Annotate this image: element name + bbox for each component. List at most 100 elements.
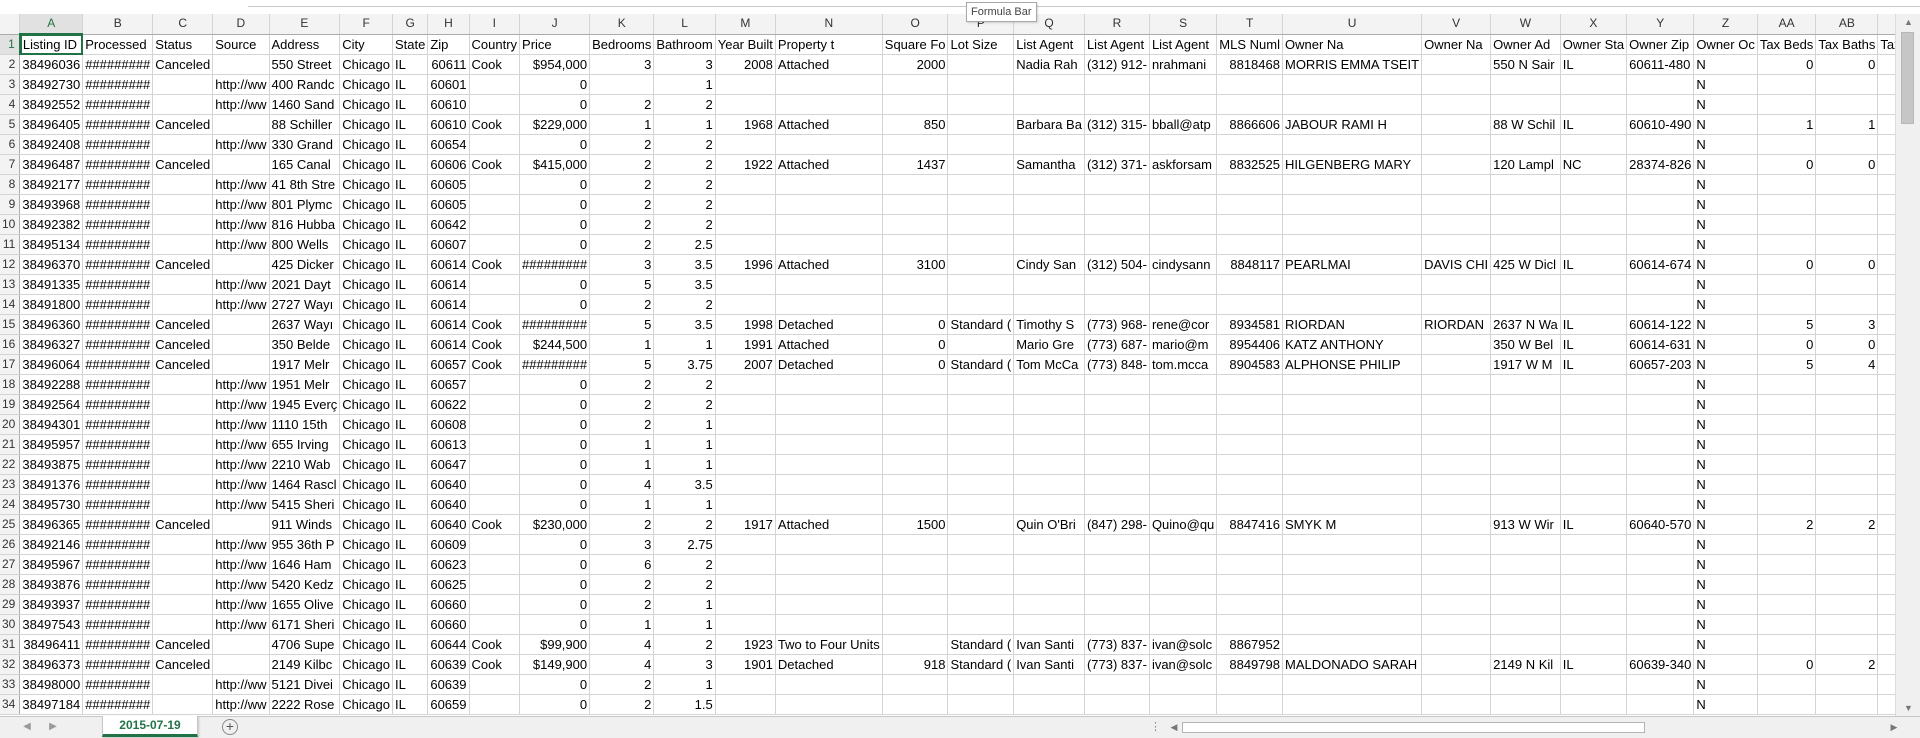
table-cell[interactable]: IL — [392, 354, 429, 375]
table-cell[interactable]: http://ww — [212, 414, 270, 435]
table-cell[interactable]: N — [1693, 434, 1758, 455]
table-cell[interactable]: 60611-480 — [1626, 54, 1695, 75]
table-cell[interactable] — [1149, 614, 1218, 635]
table-cell[interactable]: Chicago — [339, 174, 393, 195]
table-cell[interactable]: 165 Canal — [269, 154, 341, 175]
table-cell[interactable]: 1 — [653, 494, 716, 515]
table-cell[interactable]: Canceled — [152, 634, 214, 655]
table-cell[interactable] — [947, 434, 1015, 455]
table-cell[interactable]: ######### — [82, 334, 154, 355]
table-cell[interactable] — [882, 474, 949, 495]
row-header[interactable]: 9 — [0, 194, 21, 215]
table-cell[interactable] — [1560, 134, 1628, 155]
table-cell[interactable]: Cook — [469, 654, 521, 675]
header-cell[interactable]: Owner Na — [1282, 34, 1423, 55]
table-cell[interactable]: 2149 N Kil — [1490, 654, 1561, 675]
table-cell[interactable]: 2 — [653, 294, 716, 315]
table-cell[interactable] — [1282, 474, 1423, 495]
table-cell[interactable]: IL — [392, 614, 429, 635]
table-cell[interactable]: N — [1693, 614, 1758, 635]
table-cell[interactable] — [469, 474, 521, 495]
table-cell[interactable]: 2 — [653, 154, 716, 175]
table-cell[interactable] — [1815, 534, 1879, 555]
table-cell[interactable]: Attached — [775, 334, 883, 355]
table-cell[interactable] — [1216, 534, 1283, 555]
table-cell[interactable]: Timothy S — [1013, 314, 1085, 335]
table-cell[interactable]: Barbara Ba — [1013, 114, 1085, 135]
table-cell[interactable] — [1421, 214, 1492, 235]
table-cell[interactable] — [775, 434, 883, 455]
table-cell[interactable]: N — [1693, 454, 1758, 475]
table-cell[interactable] — [715, 234, 776, 255]
table-cell[interactable]: Chicago — [339, 234, 393, 255]
table-cell[interactable] — [1421, 594, 1492, 615]
table-cell[interactable]: Cook — [469, 254, 521, 275]
table-cell[interactable] — [212, 154, 270, 175]
table-cell[interactable]: 1 — [589, 114, 655, 135]
table-cell[interactable] — [882, 394, 949, 415]
table-cell[interactable]: N — [1693, 594, 1758, 615]
table-cell[interactable]: ######### — [82, 194, 154, 215]
table-cell[interactable] — [1421, 134, 1492, 155]
table-cell[interactable] — [1013, 454, 1085, 475]
table-cell[interactable] — [1013, 494, 1085, 515]
table-cell[interactable] — [469, 234, 521, 255]
table-cell[interactable]: 38496370 — [19, 254, 84, 275]
table-cell[interactable] — [775, 594, 883, 615]
column-header-d[interactable]: D — [212, 14, 270, 35]
table-cell[interactable] — [1757, 454, 1817, 475]
table-cell[interactable] — [1282, 214, 1423, 235]
table-cell[interactable] — [1877, 294, 1895, 315]
table-cell[interactable]: Cook — [469, 54, 521, 75]
table-cell[interactable]: (312) 371- — [1084, 154, 1150, 175]
header-cell[interactable]: Square Fo — [882, 34, 949, 55]
table-cell[interactable]: ######### — [82, 354, 154, 375]
table-cell[interactable] — [1490, 294, 1561, 315]
table-cell[interactable]: http://ww — [212, 294, 270, 315]
row-header[interactable]: 23 — [0, 474, 21, 495]
table-cell[interactable] — [775, 694, 883, 715]
table-cell[interactable]: N — [1693, 274, 1758, 295]
table-cell[interactable] — [1815, 414, 1879, 435]
table-cell[interactable]: ######### — [82, 654, 154, 675]
table-cell[interactable] — [882, 174, 949, 195]
table-cell[interactable]: 1 — [653, 674, 716, 695]
table-cell[interactable] — [882, 574, 949, 595]
table-cell[interactable] — [1626, 634, 1695, 655]
table-cell[interactable] — [1560, 94, 1628, 115]
table-cell[interactable]: Canceled — [152, 54, 214, 75]
table-cell[interactable] — [469, 454, 521, 475]
row-header[interactable]: 18 — [0, 374, 21, 395]
table-cell[interactable] — [1282, 434, 1423, 455]
table-cell[interactable] — [1421, 294, 1492, 315]
table-cell[interactable] — [947, 194, 1015, 215]
table-cell[interactable]: Standard ( — [947, 654, 1015, 675]
table-cell[interactable] — [1560, 534, 1628, 555]
table-cell[interactable] — [1877, 694, 1895, 715]
table-cell[interactable] — [152, 454, 214, 475]
table-cell[interactable] — [715, 214, 776, 235]
table-cell[interactable]: Chicago — [339, 434, 393, 455]
row-header[interactable]: 32 — [0, 654, 21, 675]
table-cell[interactable]: 0 — [1757, 54, 1817, 75]
table-cell[interactable] — [1815, 574, 1879, 595]
table-cell[interactable]: 918 — [882, 654, 949, 675]
table-cell[interactable]: 0 — [519, 574, 591, 595]
table-cell[interactable] — [1490, 594, 1561, 615]
header-cell[interactable]: Owner Zip — [1626, 34, 1695, 55]
table-cell[interactable]: 38496373 — [19, 654, 84, 675]
header-cell[interactable]: Processed — [82, 34, 154, 55]
table-cell[interactable] — [1084, 534, 1150, 555]
table-cell[interactable] — [715, 434, 776, 455]
table-cell[interactable]: 38493937 — [19, 594, 84, 615]
table-cell[interactable] — [715, 194, 776, 215]
row-header[interactable]: 4 — [0, 94, 21, 115]
table-cell[interactable] — [1626, 534, 1695, 555]
table-cell[interactable]: N — [1693, 54, 1758, 75]
table-cell[interactable]: N — [1693, 214, 1758, 235]
table-cell[interactable] — [152, 694, 214, 715]
table-cell[interactable]: 0 — [519, 554, 591, 575]
table-cell[interactable]: 4 — [589, 654, 655, 675]
table-cell[interactable] — [152, 374, 214, 395]
table-cell[interactable]: 1951 Melr — [269, 374, 341, 395]
